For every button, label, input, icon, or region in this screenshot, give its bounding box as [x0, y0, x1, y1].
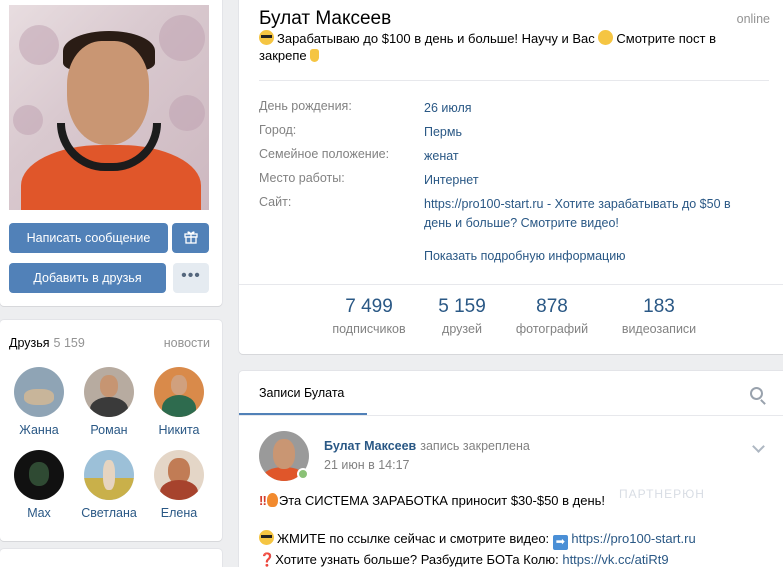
friend-item[interactable]: Max [4, 450, 74, 520]
send-message-button[interactable]: Написать сообщение [9, 223, 168, 253]
add-friend-button[interactable]: Добавить в друзья [9, 263, 166, 293]
post-link-1[interactable]: https://pro100-start.ru [571, 531, 695, 546]
double-exclamation-emoji-icon: ‼ [259, 493, 267, 508]
post-text-2: ЖМИТЕ по ссылке сейчас и смотрите видео: [277, 531, 550, 546]
divider [239, 415, 783, 416]
next-block-stub [0, 549, 222, 567]
birthday-link[interactable]: 26 июля [424, 99, 759, 118]
sunglasses-emoji-icon [259, 530, 274, 545]
counter-followers[interactable]: 7 499 подписчиков [324, 296, 414, 336]
info-label: Семейное положение: [259, 147, 390, 161]
pointing-down-emoji-icon [310, 49, 320, 62]
counter-photos[interactable]: 878 фотографий [507, 296, 597, 336]
counter-number: 183 [643, 296, 675, 317]
show-full-info-link[interactable]: Показать подробную информацию [424, 249, 626, 263]
site-value: https://pro100-start.ru - Хотите зарабат… [424, 195, 754, 233]
wall-card: Записи Булата Булат Максеев запись закреп… [239, 371, 783, 567]
friend-avatar [84, 450, 134, 500]
friend-avatar [14, 450, 64, 500]
search-icon[interactable] [750, 387, 763, 400]
info-label: Город: [259, 123, 297, 137]
friend-name: Жанна [19, 423, 59, 437]
counter-label: подписчиков [332, 322, 406, 336]
profile-status[interactable]: Зарабатываю до $100 в день и больше! Нау… [259, 30, 739, 64]
counter-number: 7 499 [345, 296, 393, 317]
friend-avatar [154, 367, 204, 417]
friends-news-link[interactable]: новости [164, 336, 210, 350]
city-link[interactable]: Пермь [424, 123, 759, 142]
info-label: День рождения: [259, 99, 352, 113]
profile-name: Булат Максеев [259, 8, 392, 29]
online-indicator-icon [297, 468, 309, 480]
counter-number: 878 [536, 296, 568, 317]
friend-name: Роман [90, 423, 128, 437]
post-line-2: ЖМИТЕ по ссылке сейчас и смотрите видео:… [259, 530, 759, 550]
work-link[interactable]: Интернет [424, 171, 759, 190]
sunglasses-emoji-icon [259, 30, 274, 45]
friend-item[interactable]: Елена [144, 450, 214, 520]
friend-name: Елена [160, 506, 198, 520]
friend-avatar [84, 367, 134, 417]
post-date[interactable]: 21 июн в 14:17 [324, 458, 410, 472]
friend-name: Светлана [81, 506, 137, 520]
post-author-name[interactable]: Булат Максеев [324, 439, 416, 453]
divider [239, 284, 783, 285]
question-emoji-icon: ❓ [259, 552, 276, 567]
post-line-3: ❓Хотите узнать больше? Разбудите БОТа Ко… [259, 551, 759, 567]
counter-number: 5 159 [438, 296, 486, 317]
post-header: Булат Максеев запись закреплена [324, 439, 530, 453]
friend-avatar [14, 367, 64, 417]
arrow-right-emoji-icon: ➡ [552, 535, 568, 550]
friend-item[interactable]: Никита [144, 367, 214, 437]
post-text-3: Хотите узнать больше? Разбудите БОТа Кол… [275, 552, 559, 567]
friends-block: Друзья 5 159 новости Жанна Роман Никита M… [0, 320, 222, 541]
friends-count: 5 159 [53, 336, 85, 350]
friend-item[interactable]: Жанна [4, 367, 74, 437]
gift-button[interactable] [172, 223, 209, 253]
chevron-down-icon[interactable] [752, 440, 765, 453]
friend-avatar [154, 450, 204, 500]
post-text-1: Эта СИСТЕМА ЗАРАБОТКА приносит $30-$50 в… [278, 493, 606, 508]
post-link-2[interactable]: https://vk.cc/atiRt9 [562, 552, 668, 567]
more-actions-button[interactable]: ••• [173, 263, 209, 293]
profile-info-card: Булат Максеев online Зарабатываю до $100… [239, 0, 783, 354]
info-label: Место работы: [259, 171, 345, 185]
info-label: Сайт: [259, 195, 292, 209]
friend-name: Никита [158, 423, 200, 437]
counter-label: друзей [442, 322, 482, 336]
relationship-link[interactable]: женат [424, 147, 759, 166]
divider [259, 80, 769, 81]
counter-friends[interactable]: 5 159 друзей [417, 296, 507, 336]
friends-header[interactable]: Друзья 5 159 [9, 336, 85, 350]
counter-label: фотографий [515, 322, 589, 336]
friends-title: Друзья [9, 336, 50, 350]
post-line-1: ‼ Эта СИСТЕМА ЗАРАБОТКА приносит $30-$50 … [259, 492, 759, 509]
profile-avatar-card: Написать сообщение Добавить в друзья ••• [0, 0, 222, 306]
counter-videos[interactable]: 183 видеозаписи [614, 296, 704, 336]
pinned-label: запись закреплена [420, 439, 530, 453]
site-link[interactable]: https://pro100-start.ru [424, 197, 544, 211]
more-dots-icon: ••• [181, 267, 201, 284]
wall-tab-posts[interactable]: Записи Булата [259, 386, 344, 400]
online-status: online [736, 12, 770, 26]
status-text: Зарабатываю до $100 в день и больше! Нау… [277, 31, 595, 46]
counter-label: видеозаписи [621, 322, 697, 336]
profile-avatar-photo[interactable] [9, 5, 209, 210]
wink-emoji-icon [598, 30, 614, 45]
gift-icon [183, 231, 198, 244]
fire-emoji-icon [266, 493, 278, 507]
friend-name: Max [27, 506, 51, 520]
friend-item[interactable]: Светлана [74, 450, 144, 520]
friend-item[interactable]: Роман [74, 367, 144, 437]
